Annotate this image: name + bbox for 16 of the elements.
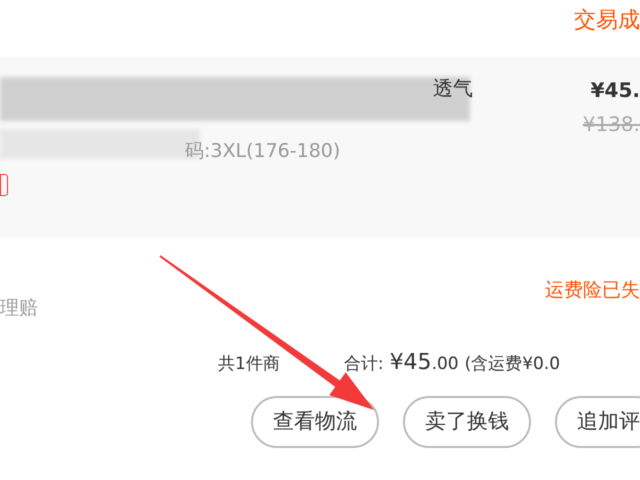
total-amount: ¥45.00 — [390, 349, 459, 377]
item-title: 透气 — [433, 75, 473, 102]
tag-icon — [0, 174, 8, 196]
shipping-fee: (含运费¥0.0 — [464, 353, 560, 376]
item-price: ¥45. — [590, 77, 640, 104]
item-count: 共1件商 — [218, 353, 280, 376]
action-button[interactable]: 查看物流 — [251, 396, 379, 448]
claim-label: 理赔 — [0, 296, 38, 321]
order-status: 交易成 — [574, 7, 640, 35]
total-label: 合计: — [344, 353, 384, 376]
item-spec: 码:3XL(176-180) — [185, 139, 340, 164]
action-button[interactable]: 追加评 — [555, 396, 640, 448]
original-price: ¥138. — [582, 111, 640, 138]
item-card[interactable]: 透气 码:3XL(176-180) ¥45. ¥138. — [0, 57, 640, 238]
action-button[interactable]: 卖了换钱 — [403, 396, 531, 448]
insurance-status: 运费险已失 — [545, 278, 640, 303]
